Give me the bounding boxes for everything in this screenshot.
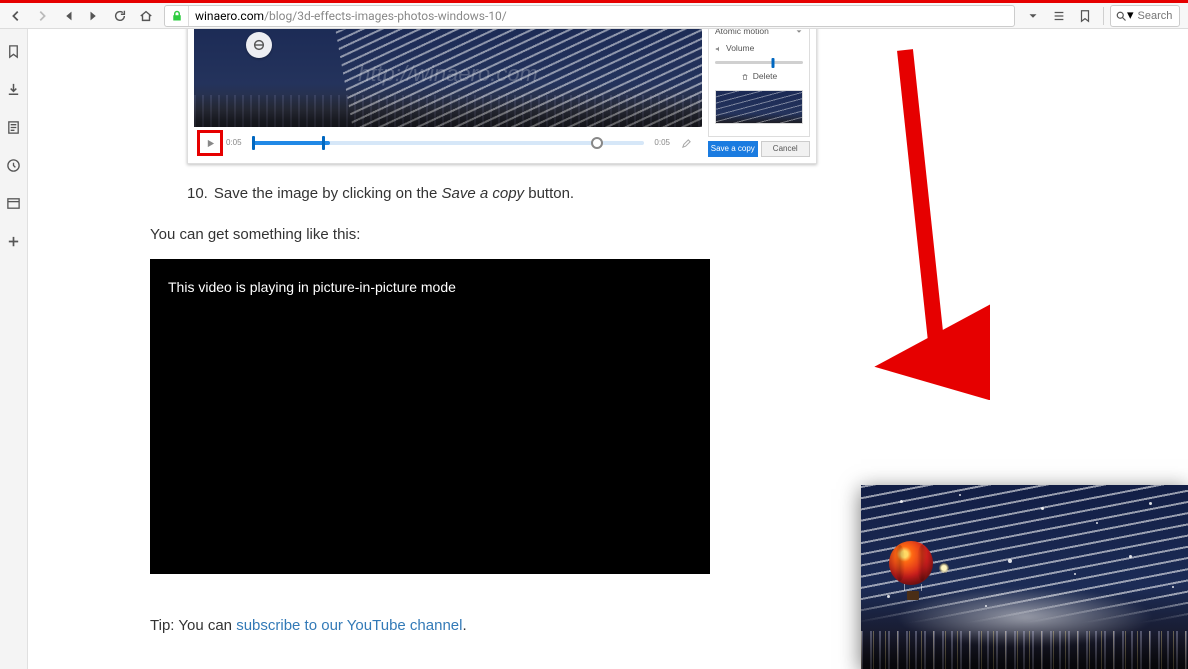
sidebar-history-icon[interactable] bbox=[4, 155, 24, 175]
browser-toolbar: winaero.com/blog/3d-effects-images-photo… bbox=[0, 3, 1188, 29]
pip-flare bbox=[939, 563, 949, 573]
pip-balloon bbox=[889, 541, 937, 605]
sidebar-bookmarks-icon[interactable] bbox=[4, 41, 24, 61]
play-button[interactable] bbox=[200, 133, 220, 153]
result-intro-text: You can get something like this: bbox=[150, 223, 870, 246]
balloon-basket bbox=[907, 591, 919, 600]
cancel-button[interactable]: Cancel bbox=[761, 141, 811, 157]
timeline-fill bbox=[252, 141, 331, 145]
toolbar-separator bbox=[1103, 7, 1104, 25]
article-body: http://winaero.com 0:05 bbox=[150, 29, 870, 649]
pip-skyline bbox=[861, 631, 1188, 669]
subscribe-link[interactable]: subscribe to our YouTube channel bbox=[236, 617, 462, 634]
timeline-track[interactable] bbox=[252, 141, 645, 145]
sidebar-notes-icon[interactable] bbox=[4, 117, 24, 137]
step-10: 10. Save the image by clicking on the Sa… bbox=[187, 182, 870, 205]
sidebar-downloads-icon[interactable] bbox=[4, 79, 24, 99]
effects-panel: Atomic motion Volume Delete bbox=[708, 29, 810, 137]
delete-button[interactable]: Delete bbox=[715, 70, 803, 83]
effect-handle-icon bbox=[246, 32, 272, 58]
effect-thumbnail bbox=[715, 90, 803, 124]
chevron-down-icon bbox=[795, 29, 803, 36]
search-icon bbox=[1115, 10, 1127, 22]
sidebar-window-icon[interactable] bbox=[4, 193, 24, 213]
toolbar-right-group: ▾ bbox=[1021, 5, 1184, 27]
delete-label: Delete bbox=[753, 70, 778, 83]
annotation-arrow bbox=[870, 40, 990, 400]
save-copy-button[interactable]: Save a copy bbox=[708, 141, 758, 157]
time-current: 0:05 bbox=[226, 137, 242, 149]
step-text: Save the image by clicking on the Save a… bbox=[214, 182, 574, 205]
nav-back-button[interactable] bbox=[4, 5, 28, 27]
pip-window[interactable] bbox=[861, 485, 1188, 669]
timeline-trim-start[interactable] bbox=[252, 136, 255, 150]
volume-row: Volume bbox=[715, 42, 803, 55]
url-text[interactable]: winaero.com/blog/3d-effects-images-photo… bbox=[189, 9, 1014, 23]
effect-selector[interactable]: Atomic motion bbox=[715, 29, 803, 38]
dropdown-icon[interactable] bbox=[1021, 5, 1045, 27]
window-top-accent bbox=[0, 0, 1188, 3]
reload-button[interactable] bbox=[108, 5, 132, 27]
app-image-preview: http://winaero.com bbox=[194, 29, 702, 127]
rewind-button[interactable] bbox=[56, 5, 80, 27]
sidebar-panel bbox=[0, 29, 28, 669]
edit-icon[interactable] bbox=[676, 133, 696, 153]
tip-paragraph: Tip: You can subscribe to our YouTube ch… bbox=[150, 614, 870, 637]
home-button[interactable] bbox=[134, 5, 158, 27]
search-input[interactable] bbox=[1138, 10, 1175, 22]
nav-forward-button[interactable] bbox=[30, 5, 54, 27]
app-timeline-controls: 0:05 0:05 bbox=[194, 129, 702, 157]
timeline-playhead[interactable] bbox=[591, 137, 603, 149]
video-placeholder[interactable]: This video is playing in picture-in-pict… bbox=[150, 259, 710, 574]
volume-label: Volume bbox=[726, 42, 754, 55]
time-total: 0:05 bbox=[654, 137, 670, 149]
wand-icon[interactable] bbox=[1047, 5, 1071, 27]
balloon-envelope bbox=[889, 541, 933, 585]
trash-icon bbox=[741, 73, 749, 81]
sidebar-add-icon[interactable] bbox=[4, 231, 24, 251]
effect-name: Atomic motion bbox=[715, 29, 769, 38]
address-bar[interactable]: winaero.com/blog/3d-effects-images-photo… bbox=[164, 5, 1015, 27]
app-side-panel: Atomic motion Volume Delete bbox=[708, 29, 810, 157]
pip-message: This video is playing in picture-in-pict… bbox=[168, 279, 456, 295]
step-number: 10. bbox=[187, 182, 208, 205]
fast-forward-button[interactable] bbox=[82, 5, 106, 27]
app-preview-pane: http://winaero.com 0:05 bbox=[194, 29, 702, 157]
timeline-trim-end[interactable] bbox=[322, 136, 325, 150]
url-path: /blog/3d-effects-images-photos-windows-1… bbox=[264, 9, 507, 23]
browser-search-box[interactable]: ▾ bbox=[1110, 5, 1180, 27]
lock-icon bbox=[165, 6, 189, 26]
volume-slider[interactable] bbox=[715, 61, 803, 64]
skyline-silhouette bbox=[194, 95, 702, 127]
volume-icon bbox=[715, 45, 723, 53]
photos-app-screenshot: http://winaero.com 0:05 bbox=[187, 29, 817, 164]
url-domain: winaero.com bbox=[195, 9, 264, 23]
bookmark-icon[interactable] bbox=[1073, 5, 1097, 27]
save-cancel-row: Save a copy Cancel bbox=[708, 141, 810, 157]
